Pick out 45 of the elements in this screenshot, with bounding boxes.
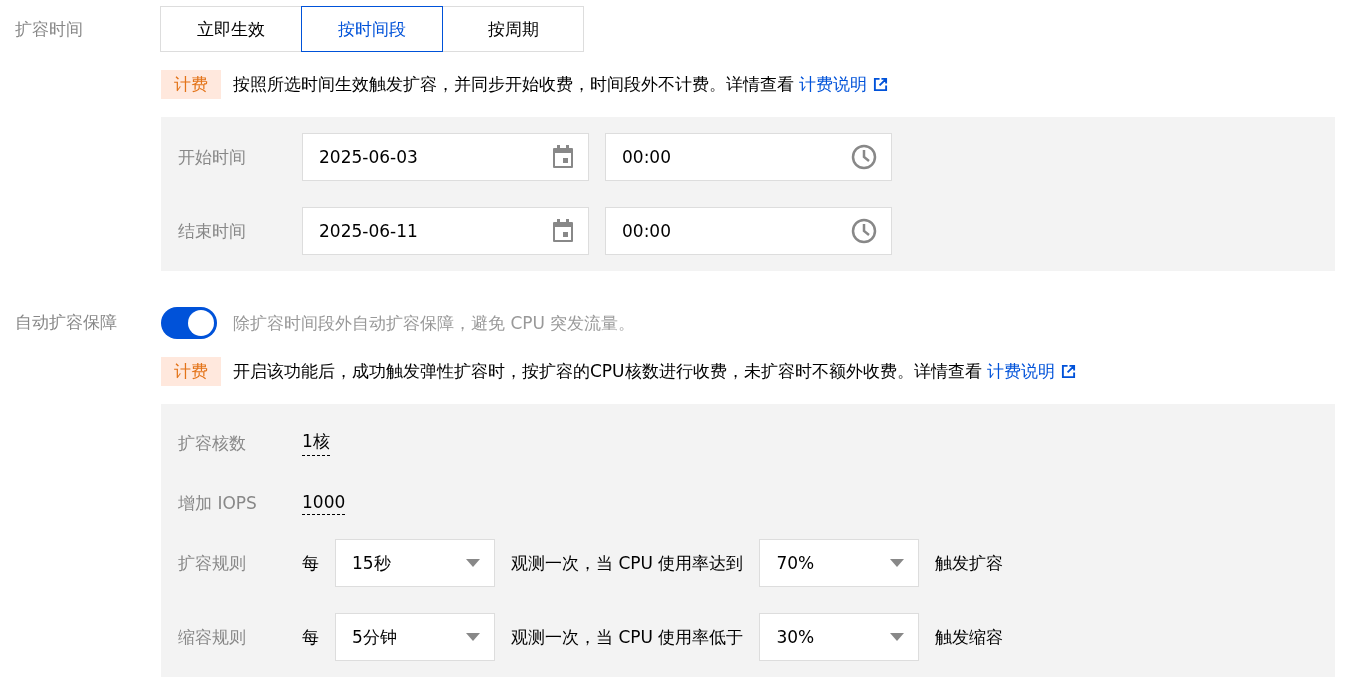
field-label: 自动扩容保障 <box>15 311 118 334</box>
clock-icon <box>851 218 877 244</box>
threshold-select[interactable]: 70% <box>759 539 920 587</box>
field-label: 结束时间 <box>178 219 247 243</box>
rule-text: 观测一次，当 CPU 使用率低于 <box>511 625 744 649</box>
date-field[interactable]: 2025-06-03 <box>302 133 589 181</box>
billing-tag: 计费 <box>161 357 221 386</box>
external-link-icon <box>1061 364 1076 379</box>
field-label: 扩容核数 <box>178 431 247 455</box>
rule-text: 每 <box>302 551 319 575</box>
caret-down-icon <box>466 559 480 567</box>
clock-icon <box>851 144 877 170</box>
interval-select[interactable]: 5分钟 <box>335 613 495 661</box>
field-label: 增加 IOPS <box>178 492 258 515</box>
toggle-switch[interactable] <box>161 307 217 339</box>
billing-link[interactable]: 计费说明 <box>987 360 1076 383</box>
calendar-icon <box>552 219 574 243</box>
calendar-icon <box>552 145 574 169</box>
external-link-icon <box>873 77 889 92</box>
mode-option[interactable]: 按时间段 <box>301 6 443 52</box>
field-label: 开始时间 <box>178 145 247 169</box>
rule-text: 触发缩容 <box>935 625 1004 649</box>
setting-value: 1000 <box>302 492 346 515</box>
caret-down-icon <box>890 559 905 567</box>
caret-down-icon <box>466 633 480 641</box>
billing-tag: 计费 <box>161 70 221 99</box>
rule-text: 触发扩容 <box>935 551 1004 575</box>
billing-note: 按照所选时间生效触发扩容，并同步开始收费，时间段外不计费。详情查看 计费说明 <box>233 73 889 96</box>
caret-down-icon <box>890 633 905 641</box>
field-label: 扩容时间 <box>15 18 84 41</box>
interval-select[interactable]: 15秒 <box>335 539 495 587</box>
billing-note: 开启该功能后，成功触发弹性扩容时，按扩容的CPU核数进行收费，未扩容时不额外收费。详情查看 计费说明 <box>233 360 1076 383</box>
billing-link[interactable]: 计费说明 <box>799 73 889 96</box>
field-label: 缩容规则 <box>178 625 247 649</box>
field-label: 扩容规则 <box>178 551 247 575</box>
time-field[interactable]: 00:00 <box>605 207 892 255</box>
rule-text: 每 <box>302 625 319 649</box>
toggle-description: 除扩容时间段外自动扩容保障，避免 CPU 突发流量。 <box>233 311 636 335</box>
mode-option[interactable]: 立即生效 <box>160 6 302 52</box>
time-field[interactable]: 00:00 <box>605 133 892 181</box>
date-field[interactable]: 2025-06-11 <box>302 207 589 255</box>
rule-text: 观测一次，当 CPU 使用率达到 <box>511 551 744 575</box>
threshold-select[interactable]: 30% <box>759 613 920 661</box>
setting-value: 1核 <box>302 430 330 456</box>
mode-option[interactable]: 按周期 <box>442 6 584 52</box>
